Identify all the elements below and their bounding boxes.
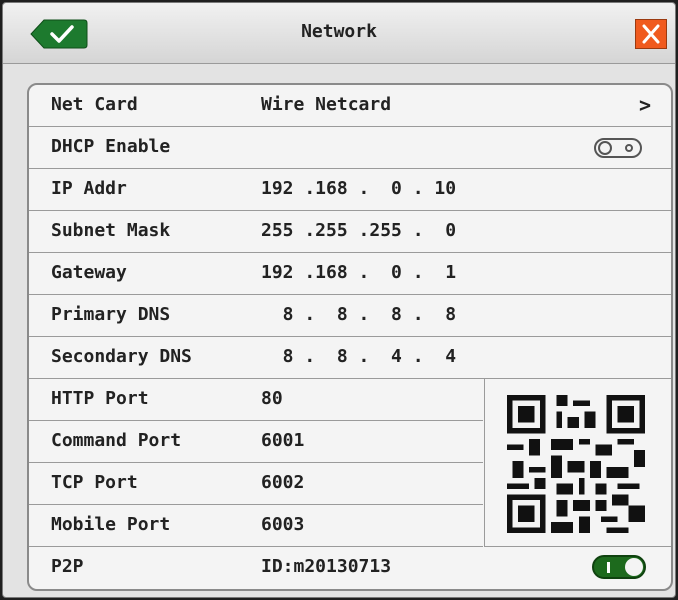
command-port-row: Command Port 6001 bbox=[29, 421, 483, 463]
title-bar: Network bbox=[3, 3, 675, 64]
toggle-knob bbox=[598, 141, 612, 155]
dhcp-toggle[interactable] bbox=[594, 138, 642, 158]
primary-dns-row: Primary DNS 8 . 8 . 8 . 8 bbox=[29, 295, 671, 337]
toggle-off-indicator bbox=[625, 144, 633, 152]
dhcp-label: DHCP Enable bbox=[51, 136, 171, 157]
gateway-field[interactable]: 192 .168 . 0 . 1 bbox=[261, 262, 456, 283]
close-button[interactable] bbox=[635, 19, 667, 49]
network-dialog: Network Net Card Wire Netcard > DHCP Ena… bbox=[2, 2, 676, 598]
gateway-row: Gateway 192 .168 . 0 . 1 bbox=[29, 253, 671, 295]
qr-code-box bbox=[484, 379, 671, 547]
subnet-mask-row: Subnet Mask 255 .255 .255 . 0 bbox=[29, 211, 671, 253]
tcp-port-row: TCP Port 6002 bbox=[29, 463, 483, 505]
net-card-label: Net Card bbox=[51, 94, 138, 115]
primary-dns-field[interactable]: 8 . 8 . 8 . 8 bbox=[261, 304, 456, 325]
subnet-mask-field[interactable]: 255 .255 .255 . 0 bbox=[261, 220, 456, 241]
tcp-port-label: TCP Port bbox=[51, 472, 138, 493]
tcp-port-field[interactable]: 6002 bbox=[261, 472, 304, 493]
secondary-dns-label: Secondary DNS bbox=[51, 346, 192, 367]
command-port-field[interactable]: 6001 bbox=[261, 430, 304, 451]
window-title: Network bbox=[301, 21, 377, 42]
toggle-knob bbox=[625, 558, 643, 576]
primary-dns-label: Primary DNS bbox=[51, 304, 171, 325]
gateway-label: Gateway bbox=[51, 262, 127, 283]
p2p-row: P2P ID:m20130713 bbox=[29, 547, 671, 589]
mobile-port-label: Mobile Port bbox=[51, 514, 171, 535]
http-port-row: HTTP Port 80 bbox=[29, 379, 483, 421]
p2p-label: P2P bbox=[51, 556, 84, 577]
secondary-dns-field[interactable]: 8 . 8 . 4 . 4 bbox=[261, 346, 456, 367]
command-port-label: Command Port bbox=[51, 430, 182, 451]
ip-addr-label: IP Addr bbox=[51, 178, 127, 199]
qr-code bbox=[507, 395, 645, 533]
http-port-label: HTTP Port bbox=[51, 388, 149, 409]
mobile-port-field[interactable]: 6003 bbox=[261, 514, 304, 535]
net-card-row[interactable]: Net Card Wire Netcard > bbox=[29, 85, 671, 127]
chevron-right-icon[interactable]: > bbox=[639, 93, 651, 117]
subnet-mask-label: Subnet Mask bbox=[51, 220, 171, 241]
toggle-on-indicator bbox=[607, 562, 610, 573]
secondary-dns-row: Secondary DNS 8 . 8 . 4 . 4 bbox=[29, 337, 671, 379]
mobile-port-row: Mobile Port 6003 bbox=[29, 505, 483, 547]
ip-addr-field[interactable]: 192 .168 . 0 . 10 bbox=[261, 178, 456, 199]
p2p-toggle[interactable] bbox=[592, 555, 646, 579]
http-port-field[interactable]: 80 bbox=[261, 388, 283, 409]
dhcp-row: DHCP Enable bbox=[29, 127, 671, 169]
settings-panel: Net Card Wire Netcard > DHCP Enable IP A… bbox=[27, 83, 673, 591]
close-icon bbox=[642, 24, 660, 44]
p2p-id: ID:m20130713 bbox=[261, 556, 392, 577]
ip-addr-row: IP Addr 192 .168 . 0 . 10 bbox=[29, 169, 671, 211]
net-card-value: Wire Netcard bbox=[261, 94, 392, 115]
